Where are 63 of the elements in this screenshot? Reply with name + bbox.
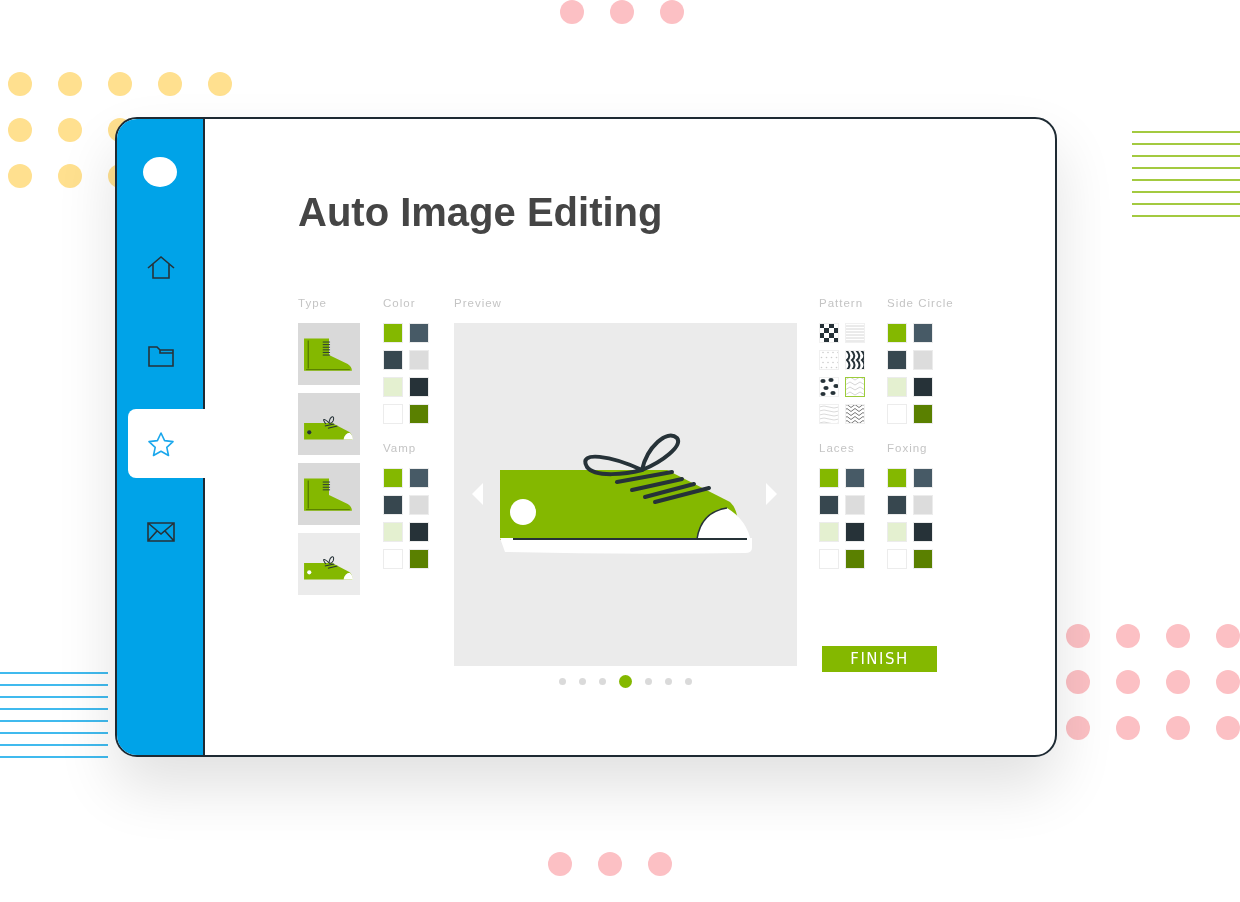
color-swatch[interactable] [819, 495, 839, 515]
section-label: Preview [454, 296, 503, 310]
avatar-icon[interactable] [143, 157, 177, 187]
section-label: Laces [819, 441, 856, 455]
color-swatch[interactable] [913, 495, 933, 515]
page-dot[interactable] [579, 678, 586, 685]
color-swatch[interactable] [913, 377, 933, 397]
section-label: Side Circle [887, 296, 955, 310]
color-swatch[interactable] [887, 468, 907, 488]
shoe-type-thumbnail[interactable] [298, 463, 360, 525]
section-label: Pattern [819, 296, 865, 310]
color-swatch[interactable] [383, 350, 403, 370]
color-swatch[interactable] [383, 468, 403, 488]
color-swatch[interactable] [409, 404, 429, 424]
section-label: Vamp [383, 441, 418, 455]
color-swatch[interactable] [409, 549, 429, 569]
color-swatch[interactable] [409, 468, 429, 488]
color-swatch[interactable] [409, 377, 429, 397]
color-swatch[interactable] [913, 404, 933, 424]
color-swatch[interactable] [913, 468, 933, 488]
color-swatch[interactable] [887, 323, 907, 343]
color-swatch[interactable] [383, 377, 403, 397]
color-swatch[interactable] [887, 377, 907, 397]
color-swatch[interactable] [845, 522, 865, 542]
page-dot[interactable] [599, 678, 606, 685]
color-swatch[interactable] [913, 323, 933, 343]
shoe-type-thumbnail[interactable] [298, 323, 360, 385]
color-swatch[interactable] [913, 549, 933, 569]
color-swatch[interactable] [887, 522, 907, 542]
boot-icon [303, 475, 355, 513]
page-dot[interactable] [619, 675, 632, 688]
color-swatch[interactable] [383, 522, 403, 542]
color-swatch[interactable] [383, 495, 403, 515]
color-swatch[interactable] [913, 522, 933, 542]
home-icon [146, 254, 176, 281]
page-dot[interactable] [685, 678, 692, 685]
color-swatch[interactable] [845, 468, 865, 488]
color-swatch[interactable] [409, 495, 429, 515]
shoe-type-thumbnail[interactable] [298, 533, 360, 595]
shoe-type-thumbnail[interactable] [298, 393, 360, 455]
color-swatch[interactable] [845, 549, 865, 569]
section-label: Type [298, 296, 328, 310]
section-label: Color [383, 296, 417, 310]
color-swatch[interactable] [409, 323, 429, 343]
color-swatch[interactable] [913, 350, 933, 370]
page-dot[interactable] [559, 678, 566, 685]
color-swatch[interactable] [887, 350, 907, 370]
color-swatch[interactable] [409, 350, 429, 370]
page-dot[interactable] [645, 678, 652, 685]
finish-button[interactable]: FINISH [822, 646, 937, 672]
color-swatch[interactable] [887, 495, 907, 515]
section-label: Foxing [887, 441, 929, 455]
color-swatch[interactable] [383, 323, 403, 343]
color-swatch[interactable] [845, 495, 865, 515]
color-swatch[interactable] [819, 468, 839, 488]
boot-icon [303, 335, 355, 373]
star-icon [146, 430, 176, 457]
nav-item[interactable] [128, 409, 205, 478]
color-swatch[interactable] [409, 522, 429, 542]
pattern-swatch[interactable] [845, 377, 865, 397]
page-dot[interactable] [665, 678, 672, 685]
page-title: Auto Image Editing [298, 189, 664, 236]
color-swatch[interactable] [819, 522, 839, 542]
